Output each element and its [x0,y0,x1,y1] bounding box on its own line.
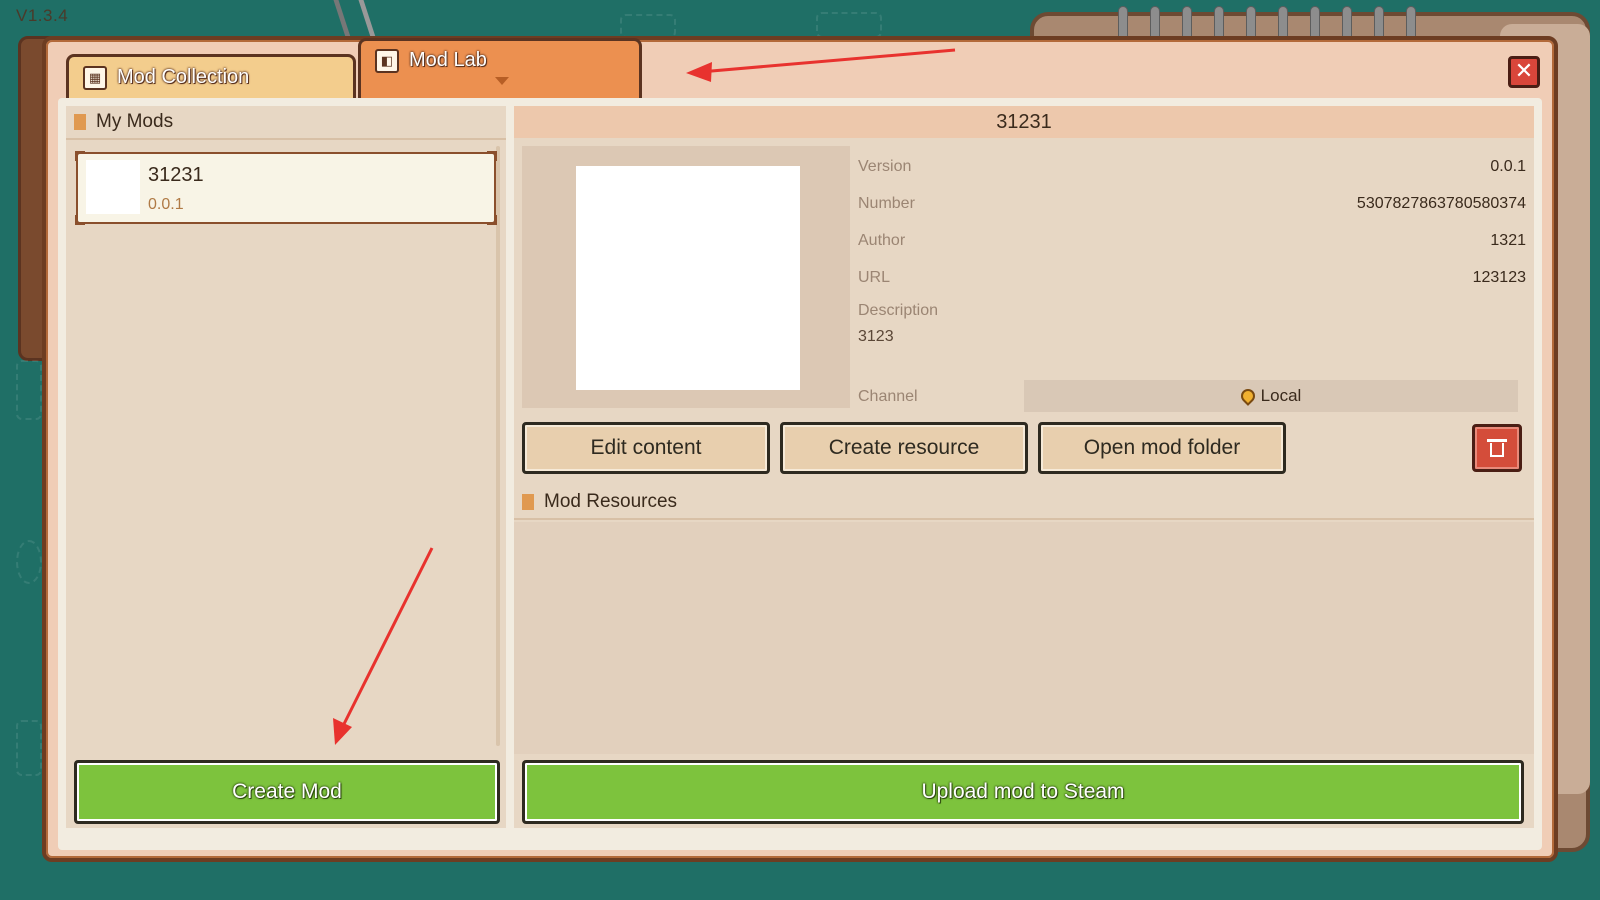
mod-thumbnail [86,160,140,214]
trash-icon [1487,439,1507,457]
url-value: 123123 [1472,269,1526,286]
description-label: Description [858,302,939,319]
version-value: 0.0.1 [1490,158,1526,175]
mod-window: ▦ Mod Collection ◧ Mod Lab ✕ My Mods 312… [42,36,1558,862]
tab-mod-lab[interactable]: ◧ Mod Lab [358,38,642,98]
channel-selector[interactable]: Local [1024,380,1518,412]
author-label: Author [858,232,906,249]
background-doodle [620,14,676,38]
delete-mod-button[interactable] [1472,424,1522,472]
close-button[interactable]: ✕ [1508,56,1540,88]
selection-corner [75,151,85,161]
mod-resources-list [514,522,1534,754]
location-pin-icon [1237,386,1258,406]
section-title: My Mods [96,111,174,132]
section-title: Mod Resources [544,491,678,512]
channel-label: Channel [858,388,918,405]
mod-detail-panel: 31231 Version 0.0.1 Number 5307827863780… [514,106,1534,828]
description-value: 3123 [858,328,894,345]
create-mod-button[interactable]: Create Mod [74,760,500,824]
background-doodle [816,12,882,38]
mod-name: 31231 [148,164,204,186]
selection-corner [487,215,497,225]
upload-to-steam-button[interactable]: Upload mod to Steam [522,760,1524,824]
create-resource-button[interactable]: Create resource [780,422,1028,474]
mod-preview-image [576,166,800,390]
number-label: Number [858,195,915,212]
background-doodle [16,360,42,420]
background-doodle [16,720,42,776]
mod-resources-header: Mod Resources [514,486,1534,520]
section-marker [522,494,534,510]
mod-detail-title: 31231 [514,106,1534,138]
background-rope [333,0,377,40]
selection-corner [75,215,85,225]
tab-label: Mod Lab [409,49,487,71]
window-content: My Mods 31231 0.0.1 Create Mod 31231 Ver… [58,98,1542,850]
puzzle-icon: ◧ [375,49,399,73]
section-marker [74,114,86,130]
calendar-icon: ▦ [83,65,107,90]
version-label: V1.3.4 [16,6,69,25]
version-label: Version [858,158,912,175]
author-value: 1321 [1490,232,1526,249]
selection-corner [487,151,497,161]
mod-preview-frame [522,146,850,408]
background-doodle [16,540,42,584]
mod-list-scrollbar[interactable] [496,146,500,746]
open-mod-folder-button[interactable]: Open mod folder [1038,422,1286,474]
mod-list[interactable]: 31231 0.0.1 [66,142,506,754]
mod-version: 0.0.1 [148,196,184,213]
tab-label: Mod Collection [117,66,250,88]
channel-value: Local [1260,386,1302,405]
my-mods-panel: My Mods 31231 0.0.1 Create Mod [66,106,506,828]
chevron-down-icon [495,77,509,85]
my-mods-header: My Mods [66,106,506,140]
number-value: 5307827863780580374 [1356,195,1526,212]
close-icon: ✕ [1514,58,1534,83]
tab-mod-collection[interactable]: ▦ Mod Collection [66,54,356,98]
edit-content-button[interactable]: Edit content [522,422,770,474]
url-label: URL [858,269,891,286]
mod-list-item[interactable]: 31231 0.0.1 [75,151,497,225]
